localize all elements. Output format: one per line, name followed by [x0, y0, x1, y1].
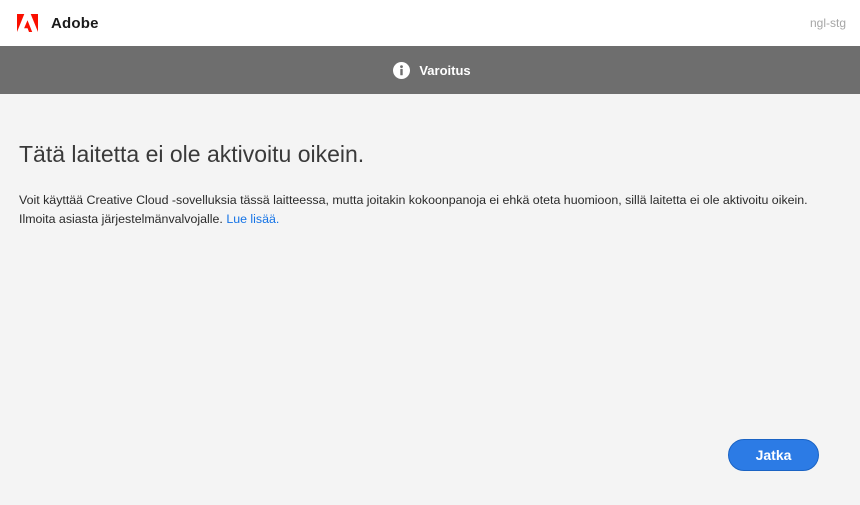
message-content: Tätä laitetta ei ole aktivoitu oikein. V… — [19, 94, 849, 229]
message-body: Voit käyttää Creative Cloud -sovelluksia… — [19, 191, 849, 229]
brand-name: Adobe — [51, 14, 99, 32]
adobe-logo-icon — [17, 14, 38, 32]
message-line-2: Ilmoita asiasta järjestelmänvalvojalle. — [19, 212, 223, 226]
page-title: Tätä laitetta ei ole aktivoitu oikein. — [19, 141, 365, 167]
brand-logo: Adobe — [17, 14, 99, 32]
message-line-1: Voit käyttää Creative Cloud -sovelluksia… — [19, 193, 808, 207]
banner-title: Varoitus — [419, 62, 471, 78]
learn-more-link[interactable]: Lue lisää. — [226, 212, 279, 226]
top-bar: Adobe ngl-stg — [0, 0, 860, 46]
continue-button[interactable]: Jatka — [728, 439, 819, 471]
warning-banner: Varoitus — [0, 46, 860, 94]
environment-label: ngl-stg — [809, 16, 846, 30]
info-icon — [393, 61, 411, 79]
